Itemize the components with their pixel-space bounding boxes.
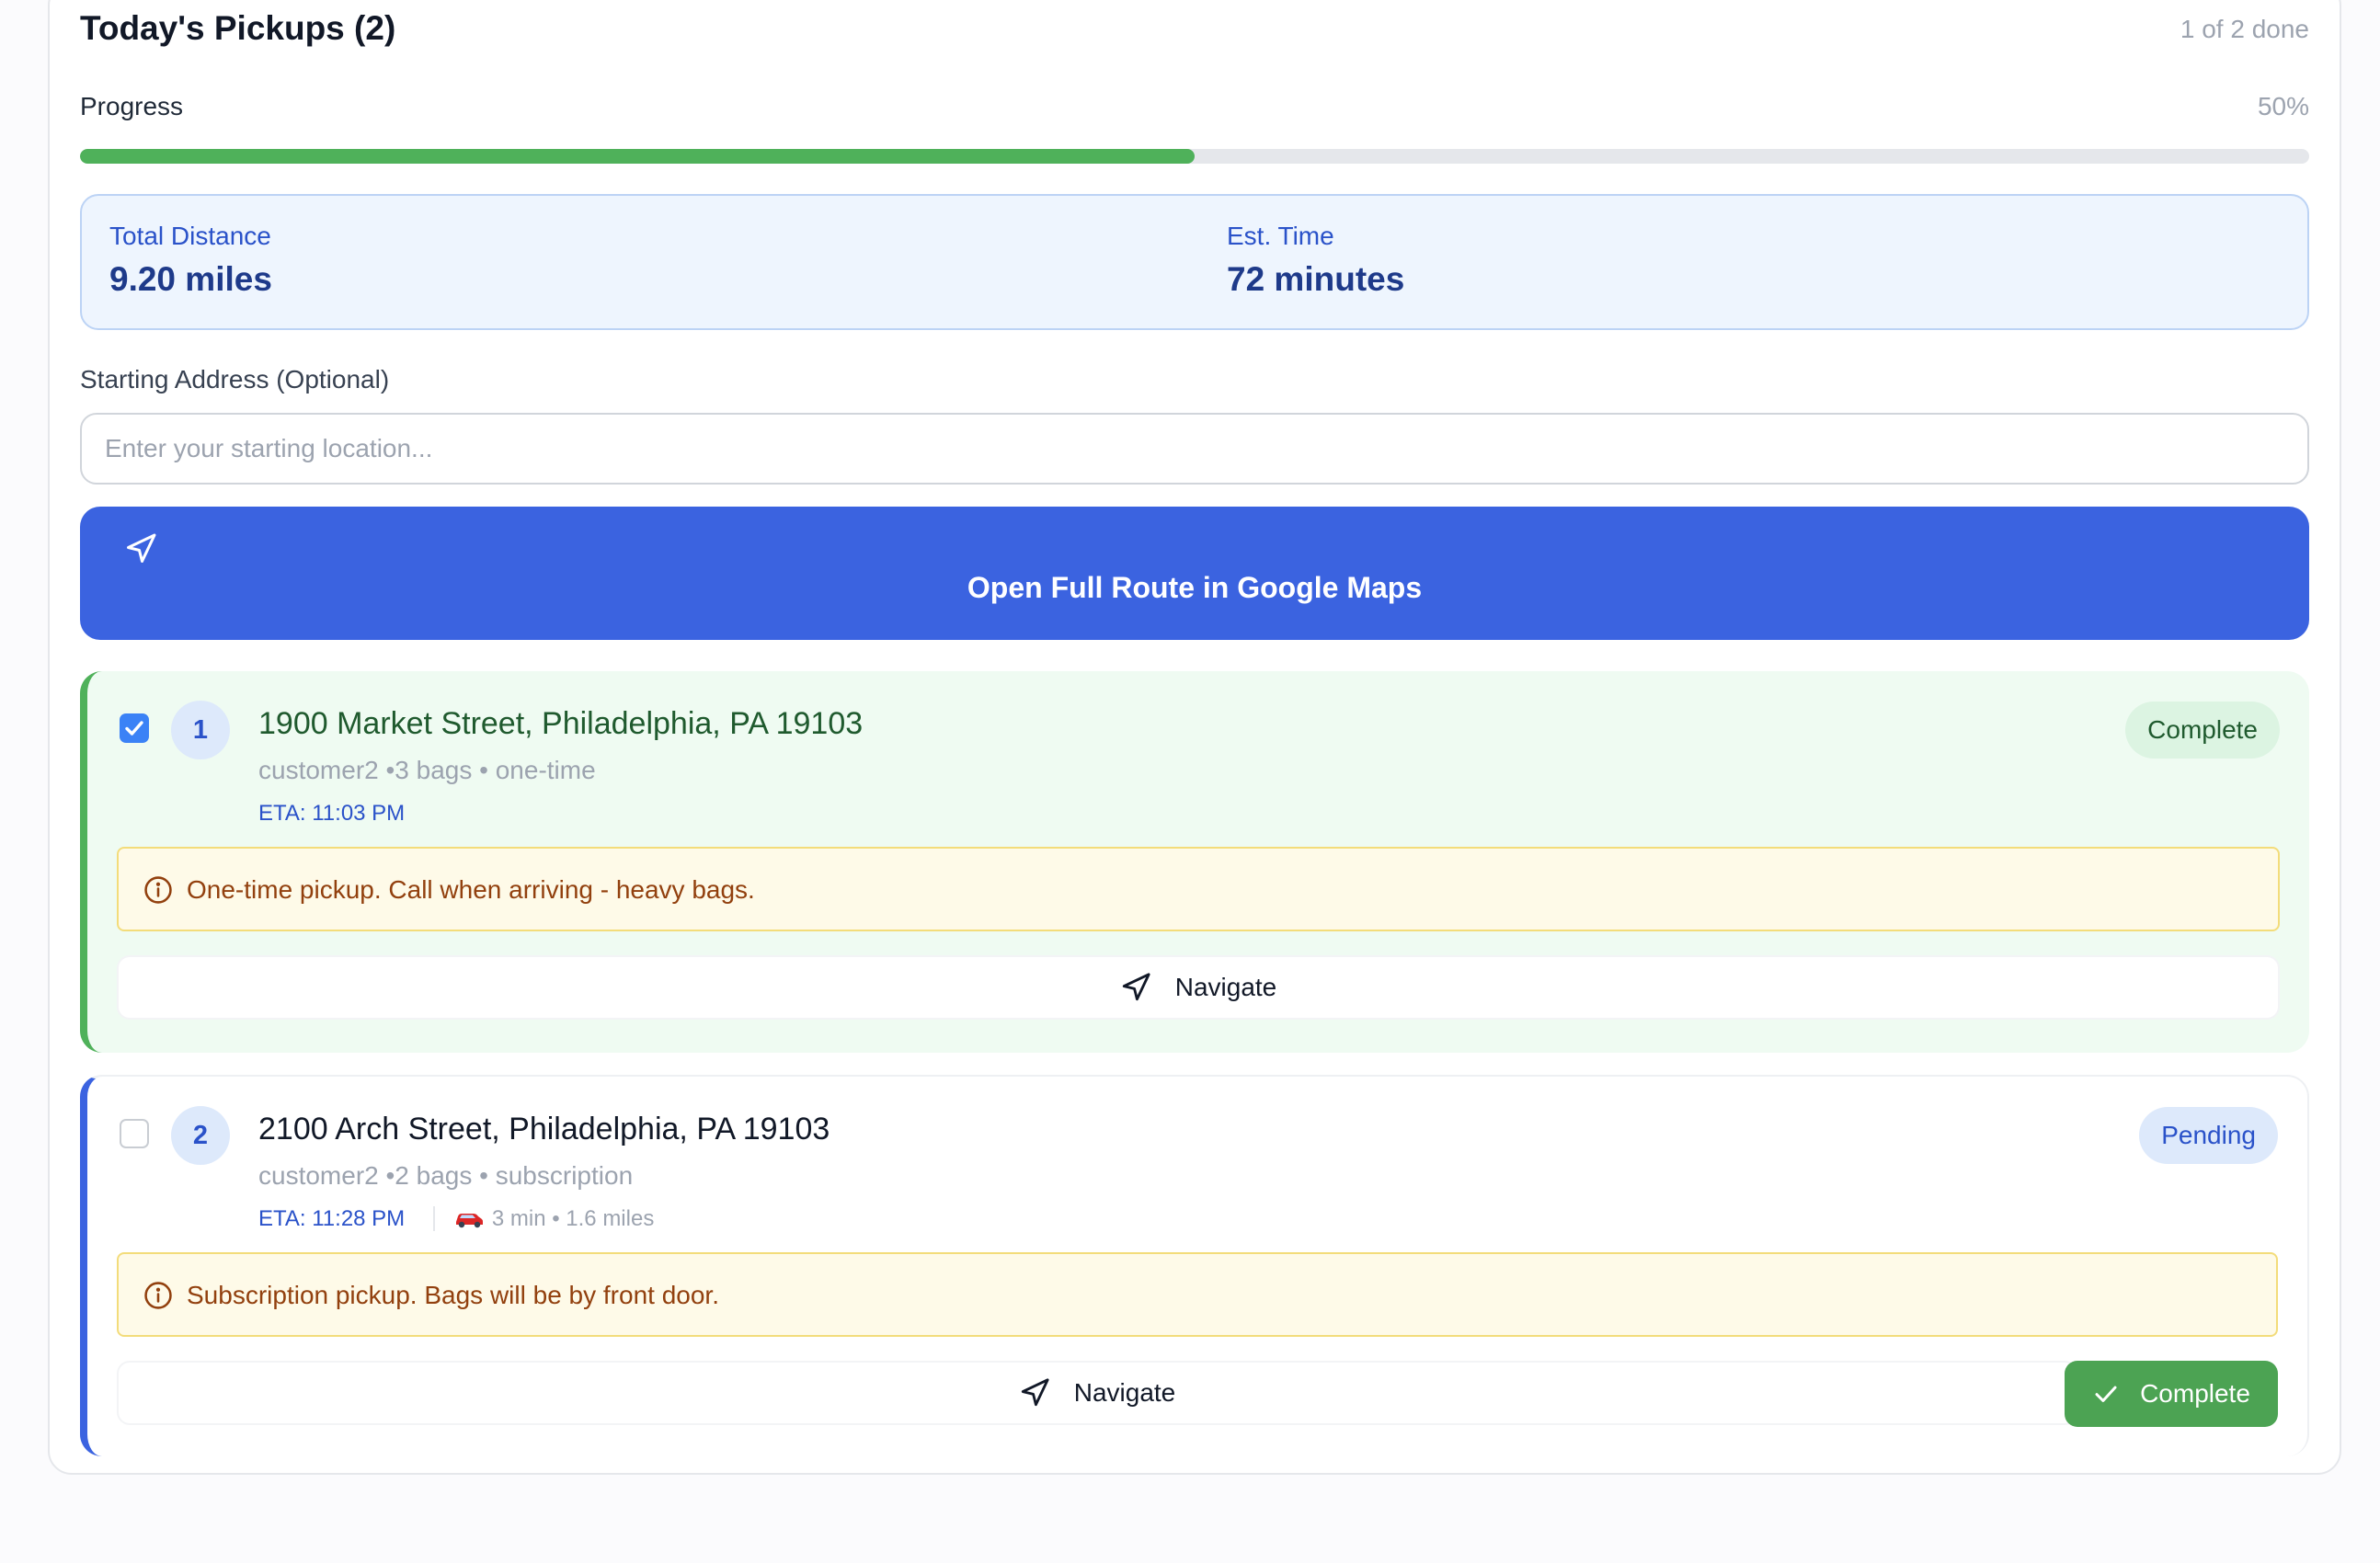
- check-icon: [125, 721, 143, 736]
- distance-stat: Total Distance 9.20 miles: [109, 222, 272, 299]
- navigate-label: Navigate: [1174, 973, 1277, 1001]
- check-icon: [2095, 1386, 2117, 1402]
- navigation-arrow-icon: [127, 533, 156, 563]
- progress-bar-fill: [80, 149, 1195, 164]
- stop-checkbox[interactable]: [120, 1119, 149, 1148]
- done-count: 1 of 2 done: [2180, 15, 2309, 43]
- stop-eta-row: ETA: 11:28 PM 3 min • 1.6 miles: [258, 1206, 655, 1232]
- progress-row: Progress 50%: [80, 92, 2309, 132]
- info-icon: [144, 1282, 172, 1309]
- stop-checkbox[interactable]: [120, 713, 149, 743]
- card-header: Today's Pickups (2) 1 of 2 done: [80, 7, 2309, 57]
- pickups-card: Today's Pickups (2) 1 of 2 done Progress…: [48, 0, 2341, 1475]
- pickup-stop-2: 2 2100 Arch Street, Philadelphia, PA 191…: [80, 1075, 2309, 1456]
- pickup-stop-1: 1 1900 Market Street, Philadelphia, PA 1…: [80, 671, 2309, 1053]
- navigation-arrow-icon: [1021, 1378, 1049, 1407]
- stop-eta-row: ETA: 11:03 PM: [258, 801, 405, 827]
- navigate-button[interactable]: Navigate: [117, 1361, 2077, 1425]
- stop-note-text: One-time pickup. Call when arriving - he…: [187, 875, 755, 904]
- page-title: Today's Pickups (2): [80, 9, 396, 47]
- stop-number: 2: [171, 1106, 230, 1165]
- status-badge: Complete: [2125, 702, 2280, 759]
- starting-address-input[interactable]: [80, 413, 2309, 485]
- navigation-arrow-icon: [1122, 973, 1150, 1001]
- navigate-label: Navigate: [1073, 1378, 1176, 1407]
- drive-text: 3 min • 1.6 miles: [491, 1206, 655, 1231]
- starting-address-label: Starting Address (Optional): [80, 365, 390, 394]
- stop-meta: customer2 •2 bags • subscription: [258, 1161, 634, 1190]
- distance-value: 9.20 miles: [109, 260, 272, 298]
- info-icon: [144, 876, 172, 904]
- stop-eta: ETA: 11:03 PM: [258, 801, 406, 826]
- complete-label: Complete: [2140, 1379, 2250, 1408]
- route-summary: Total Distance 9.20 miles Est. Time 72 m…: [80, 194, 2309, 330]
- progress-label: Progress: [80, 92, 184, 120]
- navigate-button[interactable]: Navigate: [117, 955, 2280, 1020]
- complete-button[interactable]: Complete: [2065, 1361, 2278, 1427]
- time-stat: Est. Time 72 minutes: [1227, 222, 1404, 299]
- time-label: Est. Time: [1227, 222, 1334, 250]
- open-google-maps-button[interactable]: Open Full Route in Google Maps: [80, 507, 2309, 640]
- distance-label: Total Distance: [109, 222, 271, 250]
- stop-address: 2100 Arch Street, Philadelphia, PA 19103: [258, 1112, 830, 1147]
- open-google-maps-label: Open Full Route in Google Maps: [967, 571, 1423, 604]
- progress-bar: [80, 149, 2309, 164]
- stop-address: 1900 Market Street, Philadelphia, PA 191…: [258, 706, 864, 741]
- stop-number: 1: [171, 701, 230, 759]
- stop-eta: ETA: 11:28 PM: [258, 1206, 406, 1231]
- status-badge: Pending: [2139, 1107, 2278, 1164]
- car-icon: [455, 1214, 483, 1228]
- stop-note: Subscription pickup. Bags will be by fro…: [117, 1252, 2278, 1337]
- progress-percent: 50%: [2257, 92, 2309, 120]
- stop-note: One-time pickup. Call when arriving - he…: [117, 847, 2280, 931]
- stop-meta: customer2 •3 bags • one-time: [258, 756, 596, 784]
- drive-info: 3 min • 1.6 miles: [432, 1206, 655, 1231]
- time-value: 72 minutes: [1227, 260, 1405, 298]
- stop-note-text: Subscription pickup. Bags will be by fro…: [187, 1281, 719, 1309]
